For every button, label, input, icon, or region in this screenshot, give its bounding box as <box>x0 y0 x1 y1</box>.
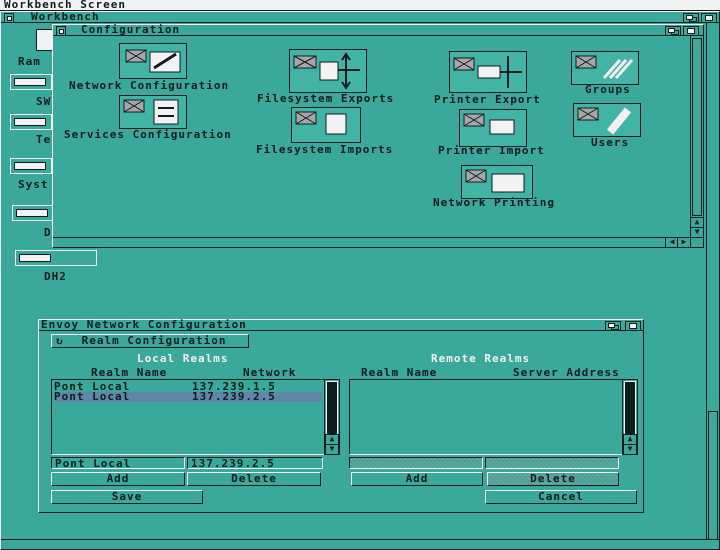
ram-label: Ram <box>18 55 41 68</box>
scroll-knob[interactable] <box>624 381 636 437</box>
depth-gadget-icon[interactable] <box>625 321 641 331</box>
remote-realm-name-header: Realm Name <box>361 366 438 379</box>
groups-glyph-icon <box>575 55 634 79</box>
zoom-gadget-icon[interactable] <box>683 13 699 23</box>
zoom-gadget-icon[interactable] <box>605 321 621 331</box>
local-realm-name-header: Realm Name <box>91 366 168 379</box>
remote-realms-list[interactable] <box>349 379 623 455</box>
scroll-knob[interactable] <box>708 411 718 543</box>
d-drive-icon[interactable] <box>12 205 54 221</box>
remote-delete-button: Delete <box>487 472 619 486</box>
depth-gadget-icon[interactable] <box>683 26 699 36</box>
users-label: Users <box>591 136 630 149</box>
configuration-titlebar[interactable]: Configuration <box>53 23 703 36</box>
network-printing-icon[interactable] <box>461 165 535 199</box>
users-icon[interactable] <box>573 103 643 139</box>
te-label: Te <box>36 133 52 146</box>
cancel-button[interactable]: Cancel <box>485 490 637 504</box>
local-list-scrollbar[interactable]: ▲ ▼ <box>324 379 340 455</box>
local-realms-heading: Local Realms <box>137 352 229 365</box>
printer-export-glyph-icon <box>453 56 522 88</box>
list-item-selected[interactable]: Pont Local 137.239.2.5 <box>54 390 322 403</box>
local-network-field[interactable]: 137.239.2.5 <box>187 457 323 470</box>
config-vertical-scrollbar[interactable]: ▲ ▼ <box>690 36 704 238</box>
syst-label: Syst <box>18 178 49 191</box>
cycle-icon: ↻ <box>56 334 64 347</box>
network-printing-label: Network Printing <box>433 196 555 209</box>
services-icon <box>123 99 179 125</box>
local-realm-name-field[interactable]: Pont Local <box>51 457 185 470</box>
sw-drive-icon[interactable] <box>10 74 52 90</box>
network-configuration-icon[interactable] <box>119 43 189 83</box>
envoy-title: Envoy Network Configuration <box>41 318 247 331</box>
groups-label: Groups <box>585 83 631 96</box>
scroll-down-icon[interactable]: ▼ <box>623 444 637 455</box>
local-add-button[interactable]: Add <box>51 472 185 486</box>
configuration-title: Configuration <box>81 23 181 36</box>
save-button[interactable]: Save <box>51 490 203 504</box>
services-configuration-label: Services Configuration <box>64 128 232 141</box>
local-realms-list[interactable]: Pont Local 137.239.1.5 Pont Local 137.23… <box>51 379 325 455</box>
config-horizontal-scrollbar[interactable]: ◀ ▶ <box>53 237 691 248</box>
realm-network: 137.239.2.5 <box>192 390 276 403</box>
network-gear-icon <box>125 49 181 73</box>
local-network-header: Network <box>243 366 297 379</box>
close-gadget-icon[interactable] <box>56 26 66 36</box>
scroll-knob[interactable] <box>326 381 338 437</box>
users-glyph-icon <box>577 107 632 135</box>
scroll-knob[interactable] <box>692 38 702 216</box>
remote-add-button[interactable]: Add <box>351 472 483 486</box>
network-printer-glyph-icon <box>465 169 525 193</box>
filesystem-imports-label: Filesystem Imports <box>256 143 394 156</box>
remote-server-address-field <box>485 457 619 469</box>
workbench-vertical-scrollbar[interactable] <box>706 23 719 543</box>
screen-title-bar[interactable]: Workbench Screen <box>0 0 720 11</box>
dh2-drive-icon[interactable] <box>15 250 97 266</box>
realm-configuration-cycle-button[interactable]: ↻ Realm Configuration <box>51 334 249 348</box>
depth-gadget-icon[interactable] <box>701 13 717 23</box>
remote-realm-name-field <box>349 457 483 469</box>
screen-title: Workbench Screen <box>4 0 126 11</box>
dh2-label: DH2 <box>44 270 67 283</box>
printer-import-icon[interactable] <box>459 109 529 149</box>
workbench-horizontal-scrollbar[interactable] <box>1 539 719 549</box>
network-configuration-label: Network Configuration <box>69 79 230 92</box>
remote-list-scrollbar[interactable]: ▲ ▼ <box>622 379 638 455</box>
local-delete-button[interactable]: Delete <box>187 472 321 486</box>
printer-import-label: Printer Import <box>438 144 545 157</box>
configuration-window[interactable]: Configuration ▲ ▼ ◀ ▶ Network Configurat… <box>52 24 704 248</box>
syst-drive-icon[interactable] <box>10 158 52 174</box>
workbench-titlebar[interactable]: Workbench <box>1 10 719 23</box>
printer-export-label: Printer Export <box>434 93 541 106</box>
realm-configuration-label: Realm Configuration <box>81 334 227 347</box>
envoy-network-configuration-window[interactable]: Envoy Network Configuration ↻ Realm Conf… <box>38 319 644 513</box>
remote-server-address-header: Server Address <box>513 366 620 379</box>
remote-realms-heading: Remote Realms <box>431 352 531 365</box>
filesystem-imports-icon[interactable] <box>291 107 363 147</box>
close-gadget-icon[interactable] <box>4 13 14 23</box>
printer-export-icon[interactable] <box>449 51 529 95</box>
envoy-titlebar[interactable]: Envoy Network Configuration <box>39 318 643 331</box>
workbench-title: Workbench <box>31 10 100 23</box>
printer-import-glyph-icon <box>463 113 515 135</box>
realm-name: Pont Local <box>54 390 131 403</box>
zoom-gadget-icon[interactable] <box>665 26 681 36</box>
groups-icon[interactable] <box>571 51 641 85</box>
disk-import-icon <box>295 111 347 135</box>
scroll-down-icon[interactable]: ▼ <box>325 444 339 455</box>
te-drive-icon[interactable] <box>10 114 52 130</box>
d-label: D <box>44 226 52 239</box>
sw-label: SW <box>36 95 52 108</box>
filesystem-exports-label: Filesystem Exports <box>257 92 395 105</box>
scroll-right-icon[interactable]: ▶ <box>677 237 691 248</box>
disk-export-icon <box>293 52 360 90</box>
scroll-down-icon[interactable]: ▼ <box>690 227 704 238</box>
filesystem-exports-icon[interactable] <box>289 49 369 93</box>
